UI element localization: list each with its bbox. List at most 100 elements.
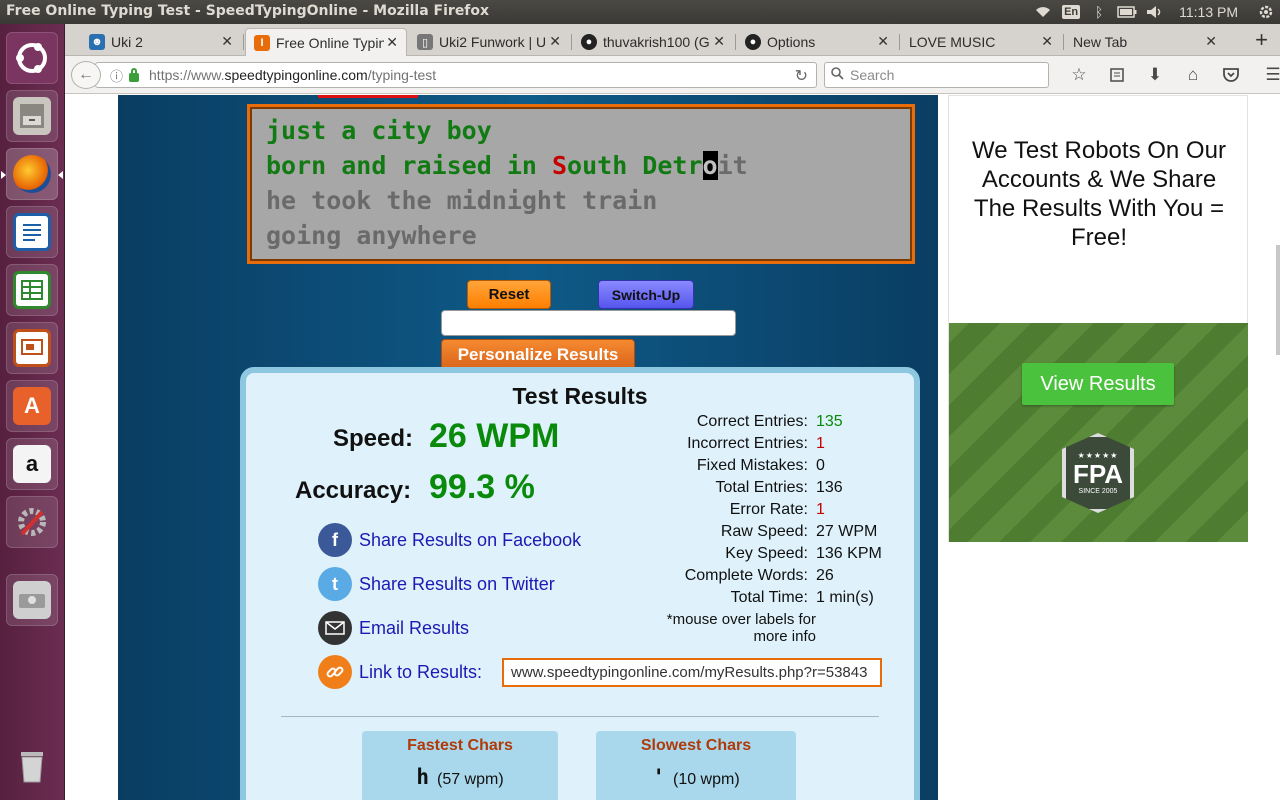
text-cursor: o (702, 151, 718, 180)
tab-new-tab[interactable]: New Tab ✕ (1065, 28, 1225, 56)
reload-icon[interactable]: ↻ (795, 66, 808, 86)
back-arrow-icon[interactable]: ← (71, 61, 101, 89)
stat-label[interactable]: Total Time: (646, 589, 816, 611)
power-gear-icon[interactable] (1252, 0, 1280, 24)
ubuntu-dash-button[interactable] (6, 32, 58, 84)
tab-uki2-funwork[interactable]: ▯ Uki2 Funwork | Uki2 Funwork ✕ (409, 28, 569, 56)
results-link-field[interactable]: www.speedtypingonline.com/myResults.php?… (502, 658, 882, 687)
launcher-calc[interactable] (6, 264, 58, 316)
keyboard-layout-indicator[interactable]: En (1057, 0, 1085, 24)
email-results-link[interactable]: Email Results (318, 610, 469, 646)
url-bar[interactable]: ⓘ https://www.speedtypingonline.com/typi… (95, 62, 817, 88)
download-arrow-icon[interactable]: ⬇ (1136, 64, 1174, 86)
speed-label: Speed: (333, 425, 414, 452)
share-twitter-link[interactable]: t Share Results on Twitter (318, 566, 555, 602)
spreadsheet-icon (13, 271, 51, 309)
user-icon: ☻ (89, 34, 105, 50)
launcher-trash[interactable] (6, 740, 58, 792)
typing-icon: I (254, 34, 270, 51)
detailed-stats: Correct Entries: 135 Incorrect Entries: 1 Fi… (646, 413, 906, 611)
reset-button[interactable]: Reset (467, 280, 551, 309)
page-icon: ▯ (417, 34, 433, 50)
close-tab-icon[interactable]: ✕ (713, 33, 725, 50)
stat-row: Total Entries: 136 (646, 479, 906, 501)
tab-uki2[interactable]: ☻ Uki 2 ✕ (81, 28, 241, 56)
stat-label[interactable]: Complete Words: (646, 567, 816, 589)
close-tab-icon[interactable]: ✕ (877, 33, 889, 50)
stat-label[interactable]: Total Entries: (646, 479, 816, 501)
tab-love-music[interactable]: LOVE MUSIC ✕ (901, 28, 1061, 56)
close-tab-icon[interactable]: ✕ (221, 33, 233, 50)
stat-row: Error Rate: 1 (646, 501, 906, 523)
stat-label[interactable]: Key Speed: (646, 545, 816, 567)
ubuntu-logo-icon (13, 39, 51, 77)
launcher-impress[interactable] (6, 322, 58, 374)
search-input[interactable]: Search (824, 62, 1049, 88)
page-scrollbar[interactable] (1276, 245, 1280, 355)
url-text: https://www.speedtypingonline.com/typing… (149, 67, 437, 83)
launcher-software-center[interactable]: A (6, 380, 58, 432)
ad-headline: We Test Robots On Our Accounts & We Shar… (972, 137, 1226, 251)
launcher-amazon[interactable]: a (6, 438, 58, 490)
trash-icon (13, 747, 51, 785)
launcher-drive[interactable] (6, 574, 58, 626)
wifi-icon[interactable] (1029, 0, 1057, 24)
stat-value: 1 min(s) (816, 589, 874, 606)
github-icon: ● (581, 34, 597, 50)
switch-up-button[interactable]: Switch-Up (598, 280, 694, 309)
window-title: Free Online Typing Test - SpeedTypingOnl… (6, 3, 490, 19)
stat-label[interactable]: Fixed Mistakes: (646, 457, 816, 479)
home-icon[interactable]: ⌂ (1174, 64, 1212, 86)
stat-row: Total Time: 1 min(s) (646, 589, 906, 611)
close-tab-icon[interactable]: ✕ (1205, 33, 1217, 50)
volume-icon[interactable] (1141, 0, 1169, 24)
reading-list-icon[interactable] (1098, 64, 1136, 86)
fastest-chars-box: Fastest Chars h (57 wpm) (362, 731, 558, 800)
presentation-icon (13, 329, 51, 367)
share-facebook-link[interactable]: f Share Results on Facebook (318, 522, 581, 558)
accuracy-label: Accuracy: (295, 477, 412, 504)
stat-value: 1 (816, 501, 825, 518)
stat-row: Fixed Mistakes: 0 (646, 457, 906, 479)
hamburger-menu-icon[interactable]: ☰ (1254, 64, 1280, 86)
slowest-char: ' (652, 765, 665, 789)
settings-wrench-icon (13, 503, 51, 541)
text-line-3: he took the midnight train (266, 186, 658, 215)
stat-label[interactable]: Incorrect Entries: (646, 435, 816, 457)
twitter-icon: t (318, 567, 352, 601)
close-tab-icon[interactable]: ✕ (1041, 33, 1053, 50)
bluetooth-icon[interactable]: ᛒ (1085, 0, 1113, 24)
writer-icon (13, 213, 51, 251)
battery-icon[interactable] (1113, 0, 1141, 24)
lock-icon (129, 67, 140, 82)
new-tab-plus-icon[interactable]: + (1255, 28, 1268, 52)
stat-label[interactable]: Raw Speed: (646, 523, 816, 545)
launcher-firefox[interactable] (1, 148, 63, 200)
tab-github-profile[interactable]: ● thuvakrish100 (GitHub) ✕ (573, 28, 733, 56)
launcher-system-settings[interactable] (6, 496, 58, 548)
tab-options[interactable]: ● Options ✕ (737, 28, 897, 56)
fpa-badge-icon: ★★★★★ FPA SINCE 2005 (1062, 433, 1134, 513)
tab-typing-test[interactable]: I Free Online Typing Test ✕ (245, 28, 407, 56)
close-tab-icon[interactable]: ✕ (549, 33, 561, 50)
close-tab-icon[interactable]: ✕ (386, 34, 398, 51)
envelope-icon (318, 611, 352, 645)
view-results-ad-button[interactable]: View Results (1022, 363, 1174, 405)
fastest-char: h (416, 765, 429, 789)
stat-row: Correct Entries: 135 (646, 413, 906, 435)
clock[interactable]: 11:13 PM (1169, 4, 1252, 20)
typing-input[interactable] (441, 310, 736, 336)
stat-label[interactable]: Correct Entries: (646, 413, 816, 435)
info-icon[interactable]: ⓘ (110, 66, 123, 85)
advertisement: We Test Robots On Our Accounts & We Shar… (948, 95, 1248, 542)
launcher-writer[interactable] (6, 206, 58, 258)
slowest-chars-box: Slowest Chars ' (10 wpm) (596, 731, 796, 800)
launcher-files[interactable] (6, 90, 58, 142)
bookmark-star-icon[interactable]: ☆ (1060, 64, 1098, 86)
typing-test-panel: just a city boy born and raised in South… (118, 95, 938, 800)
active-nav-indicator (318, 95, 418, 98)
facebook-icon: f (318, 523, 352, 557)
stat-label[interactable]: Error Rate: (646, 501, 816, 523)
pocket-icon[interactable] (1212, 64, 1250, 86)
mouse-over-note: *mouse over labels for more info (666, 611, 816, 645)
